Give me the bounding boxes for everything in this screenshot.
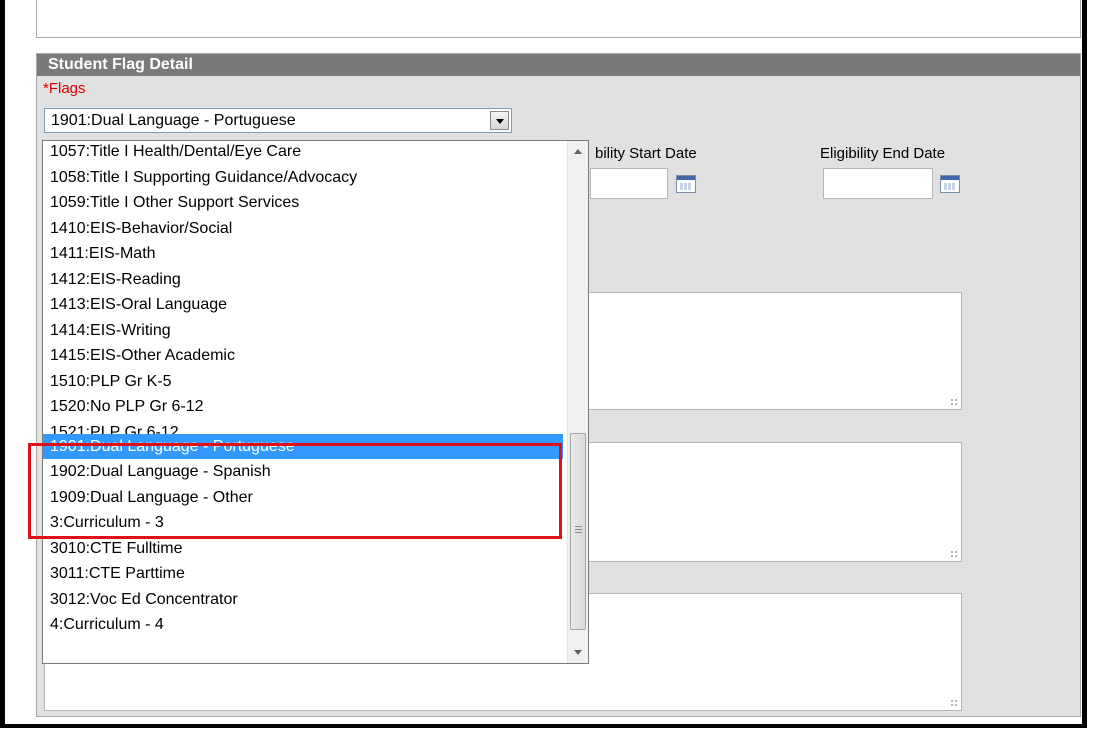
resize-grip-icon[interactable]: [950, 699, 958, 707]
dropdown-option[interactable]: 1057:Title I Health/Dental/Eye Care: [43, 141, 563, 165]
calendar-icon[interactable]: [676, 175, 696, 193]
panel-header: Student Flag Detail: [37, 54, 1080, 76]
dropdown-option[interactable]: 1901:Dual Language - Portuguese: [43, 433, 563, 459]
eligibility-start-date-label: bility Start Date: [595, 145, 697, 162]
dropdown-option[interactable]: 1412:EIS-Reading: [43, 267, 563, 293]
dropdown-scrollbar[interactable]: [567, 141, 588, 663]
dropdown-option[interactable]: 1410:EIS-Behavior/Social: [43, 216, 563, 242]
eligibility-start-date-input[interactable]: [590, 168, 668, 199]
dropdown-option[interactable]: 3012:Voc Ed Concentrator: [43, 587, 563, 613]
dropdown-option[interactable]: 1520:No PLP Gr 6-12: [43, 394, 563, 420]
flags-select[interactable]: 1901:Dual Language - Portuguese: [44, 108, 512, 133]
flags-label: *Flags: [43, 80, 86, 97]
scroll-down-icon[interactable]: [568, 643, 588, 663]
eligibility-end-date-label: Eligibility End Date: [820, 145, 946, 162]
scroll-thumb[interactable]: [570, 433, 586, 630]
resize-grip-icon[interactable]: [950, 550, 958, 558]
dropdown-option[interactable]: 1411:EIS-Math: [43, 241, 563, 267]
grip-icon: [575, 526, 582, 533]
dropdown-option[interactable]: 1909:Dual Language - Other: [43, 485, 563, 511]
previous-section-box: [36, 0, 1081, 38]
dropdown-option[interactable]: 1058:Title I Supporting Guidance/Advocac…: [43, 165, 563, 191]
dropdown-option[interactable]: 1510:PLP Gr K-5: [43, 369, 563, 395]
flags-select-value: 1901:Dual Language - Portuguese: [51, 112, 296, 129]
eligibility-end-date-input[interactable]: [823, 168, 933, 199]
dropdown-option[interactable]: 1415:EIS-Other Academic: [43, 343, 563, 369]
dropdown-option[interactable]: 1902:Dual Language - Spanish: [43, 459, 563, 485]
dropdown-option[interactable]: 3010:CTE Fulltime: [43, 536, 563, 562]
dropdown-option[interactable]: 4:Curriculum - 4: [43, 612, 563, 638]
dropdown-option[interactable]: 1414:EIS-Writing: [43, 318, 563, 344]
dropdown-option[interactable]: 3011:CTE Parttime: [43, 561, 563, 587]
scroll-up-icon[interactable]: [568, 141, 588, 161]
flags-dropdown-list[interactable]: 1057:Title I Health/Dental/Eye Care 1058:…: [42, 140, 589, 664]
chevron-down-icon[interactable]: [490, 111, 509, 130]
dropdown-option[interactable]: 1413:EIS-Oral Language: [43, 292, 563, 318]
resize-grip-icon[interactable]: [950, 398, 958, 406]
dropdown-option[interactable]: 3:Curriculum - 3: [43, 510, 563, 536]
dropdown-option[interactable]: 1521:PLP Gr 6-12: [43, 420, 563, 434]
dropdown-option[interactable]: 1059:Title I Other Support Services: [43, 190, 563, 216]
dropdown-options: 1057:Title I Health/Dental/Eye Care 1058:…: [43, 141, 563, 638]
calendar-icon[interactable]: [940, 175, 960, 193]
